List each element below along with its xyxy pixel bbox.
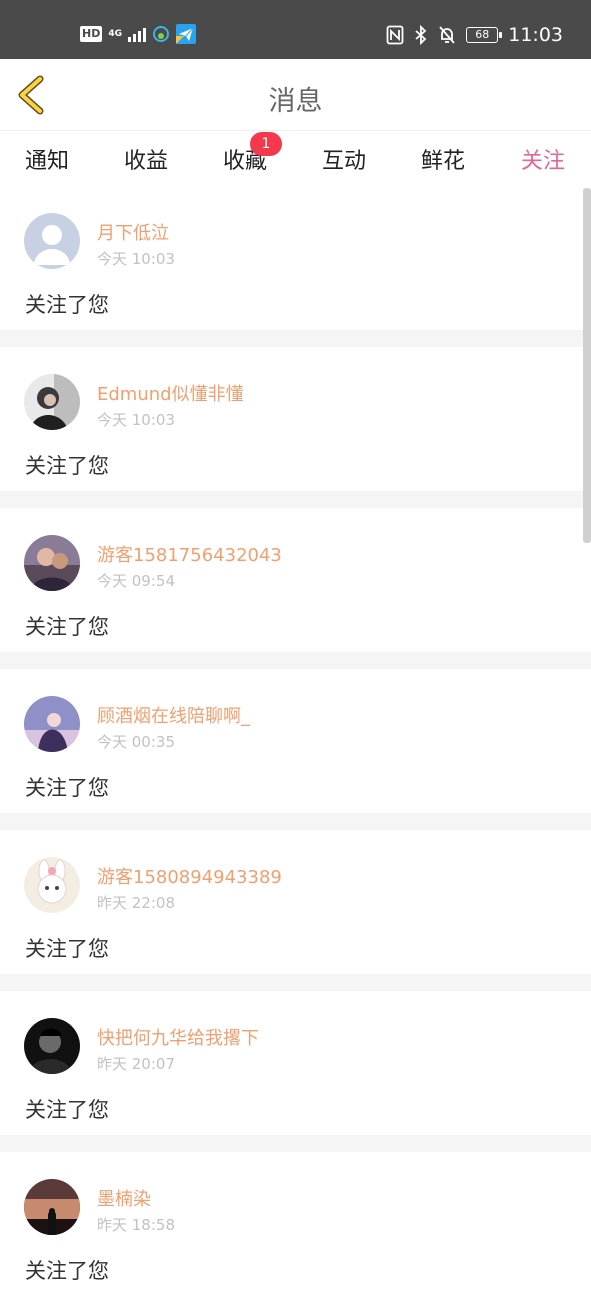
message-text: 关注了您 (25, 776, 109, 800)
timestamp: 昨天 20:07 (97, 1055, 175, 1073)
user-name[interactable]: 月下低泣 (97, 219, 169, 245)
follow-list: 月下低泣 今天 10:03 关注了您 Edmund似懂非懂 今天 10:03 关… (0, 186, 591, 1313)
message-text: 关注了您 (25, 615, 109, 639)
tab-interaction[interactable]: 互动 (309, 143, 379, 175)
message-text: 关注了您 (25, 454, 109, 478)
tab-notice[interactable]: 通知 (12, 143, 82, 175)
timestamp: 今天 09:54 (97, 572, 175, 590)
message-text: 关注了您 (25, 1098, 109, 1122)
user-name[interactable]: 游客1580894943389 (97, 863, 282, 889)
user-name[interactable]: 墨楠染 (97, 1185, 151, 1211)
timestamp: 昨天 22:08 (97, 894, 175, 912)
tab-label: 收益 (123, 149, 168, 174)
tab-follow[interactable]: 关注 (508, 143, 578, 192)
timestamp: 今天 10:03 (97, 411, 175, 429)
status-bar: HD 4G 68 11:03 (0, 0, 591, 59)
avatar[interactable] (24, 696, 80, 752)
list-item[interactable]: 游客1580894943389 昨天 22:08 关注了您 (0, 830, 591, 991)
list-item[interactable]: 游客1581756432043 今天 09:54 关注了您 (0, 508, 591, 669)
user-name[interactable]: 游客1581756432043 (97, 541, 282, 567)
tab-bar: 通知 收益 收藏 1 互动 鲜花 关注 (0, 131, 591, 192)
list-item[interactable]: 顾酒烟在线陪聊啊_ 今天 00:35 关注了您 (0, 669, 591, 830)
tab-favorites[interactable]: 收藏 1 (210, 132, 282, 175)
avatar[interactable] (24, 857, 80, 913)
network-type-icon: 4G (108, 28, 122, 39)
battery-icon: 68 (466, 27, 503, 43)
bluetooth-icon (415, 25, 427, 45)
avatar[interactable] (24, 1018, 80, 1074)
timestamp: 昨天 18:58 (97, 1216, 175, 1234)
clock: 11:03 (508, 24, 563, 46)
timestamp: 今天 10:03 (97, 250, 175, 268)
page-title: 消息 (268, 86, 323, 117)
hd-icon: HD (80, 26, 103, 42)
list-item[interactable]: 墨楠染 昨天 18:58 关注了您 (0, 1152, 591, 1313)
user-name[interactable]: 顾酒烟在线陪聊啊_ (97, 702, 250, 728)
message-text: 关注了您 (25, 937, 109, 961)
unread-badge: 1 (250, 132, 282, 156)
send-app-icon (176, 24, 196, 44)
tab-label: 鲜花 (420, 149, 465, 174)
scrollbar[interactable] (583, 188, 591, 543)
avatar[interactable] (24, 374, 80, 430)
nfc-icon (386, 25, 404, 45)
avatar[interactable] (24, 213, 80, 269)
message-text: 关注了您 (25, 1259, 109, 1283)
tab-label: 互动 (321, 149, 366, 174)
tab-label: 关注 (520, 149, 565, 174)
list-item[interactable]: 月下低泣 今天 10:03 关注了您 (0, 186, 591, 347)
user-name[interactable]: 快把何九华给我撂下 (97, 1024, 259, 1050)
avatar[interactable] (24, 535, 80, 591)
status-left: HD 4G (80, 24, 196, 44)
app-notification-icon (153, 26, 169, 42)
status-right: 68 11:03 (386, 24, 563, 46)
avatar[interactable] (24, 1179, 80, 1235)
mute-bell-icon (439, 26, 455, 44)
user-name[interactable]: Edmund似懂非懂 (97, 380, 244, 406)
tab-earnings[interactable]: 收益 (111, 143, 181, 175)
tab-flowers[interactable]: 鲜花 (408, 143, 478, 175)
timestamp: 今天 00:35 (97, 733, 175, 751)
message-text: 关注了您 (25, 293, 109, 317)
tab-label: 通知 (24, 149, 69, 174)
list-item[interactable]: 快把何九华给我撂下 昨天 20:07 关注了您 (0, 991, 591, 1152)
list-item[interactable]: Edmund似懂非懂 今天 10:03 关注了您 (0, 347, 591, 508)
app-header: 消息 (0, 59, 591, 131)
signal-icon (128, 26, 146, 42)
